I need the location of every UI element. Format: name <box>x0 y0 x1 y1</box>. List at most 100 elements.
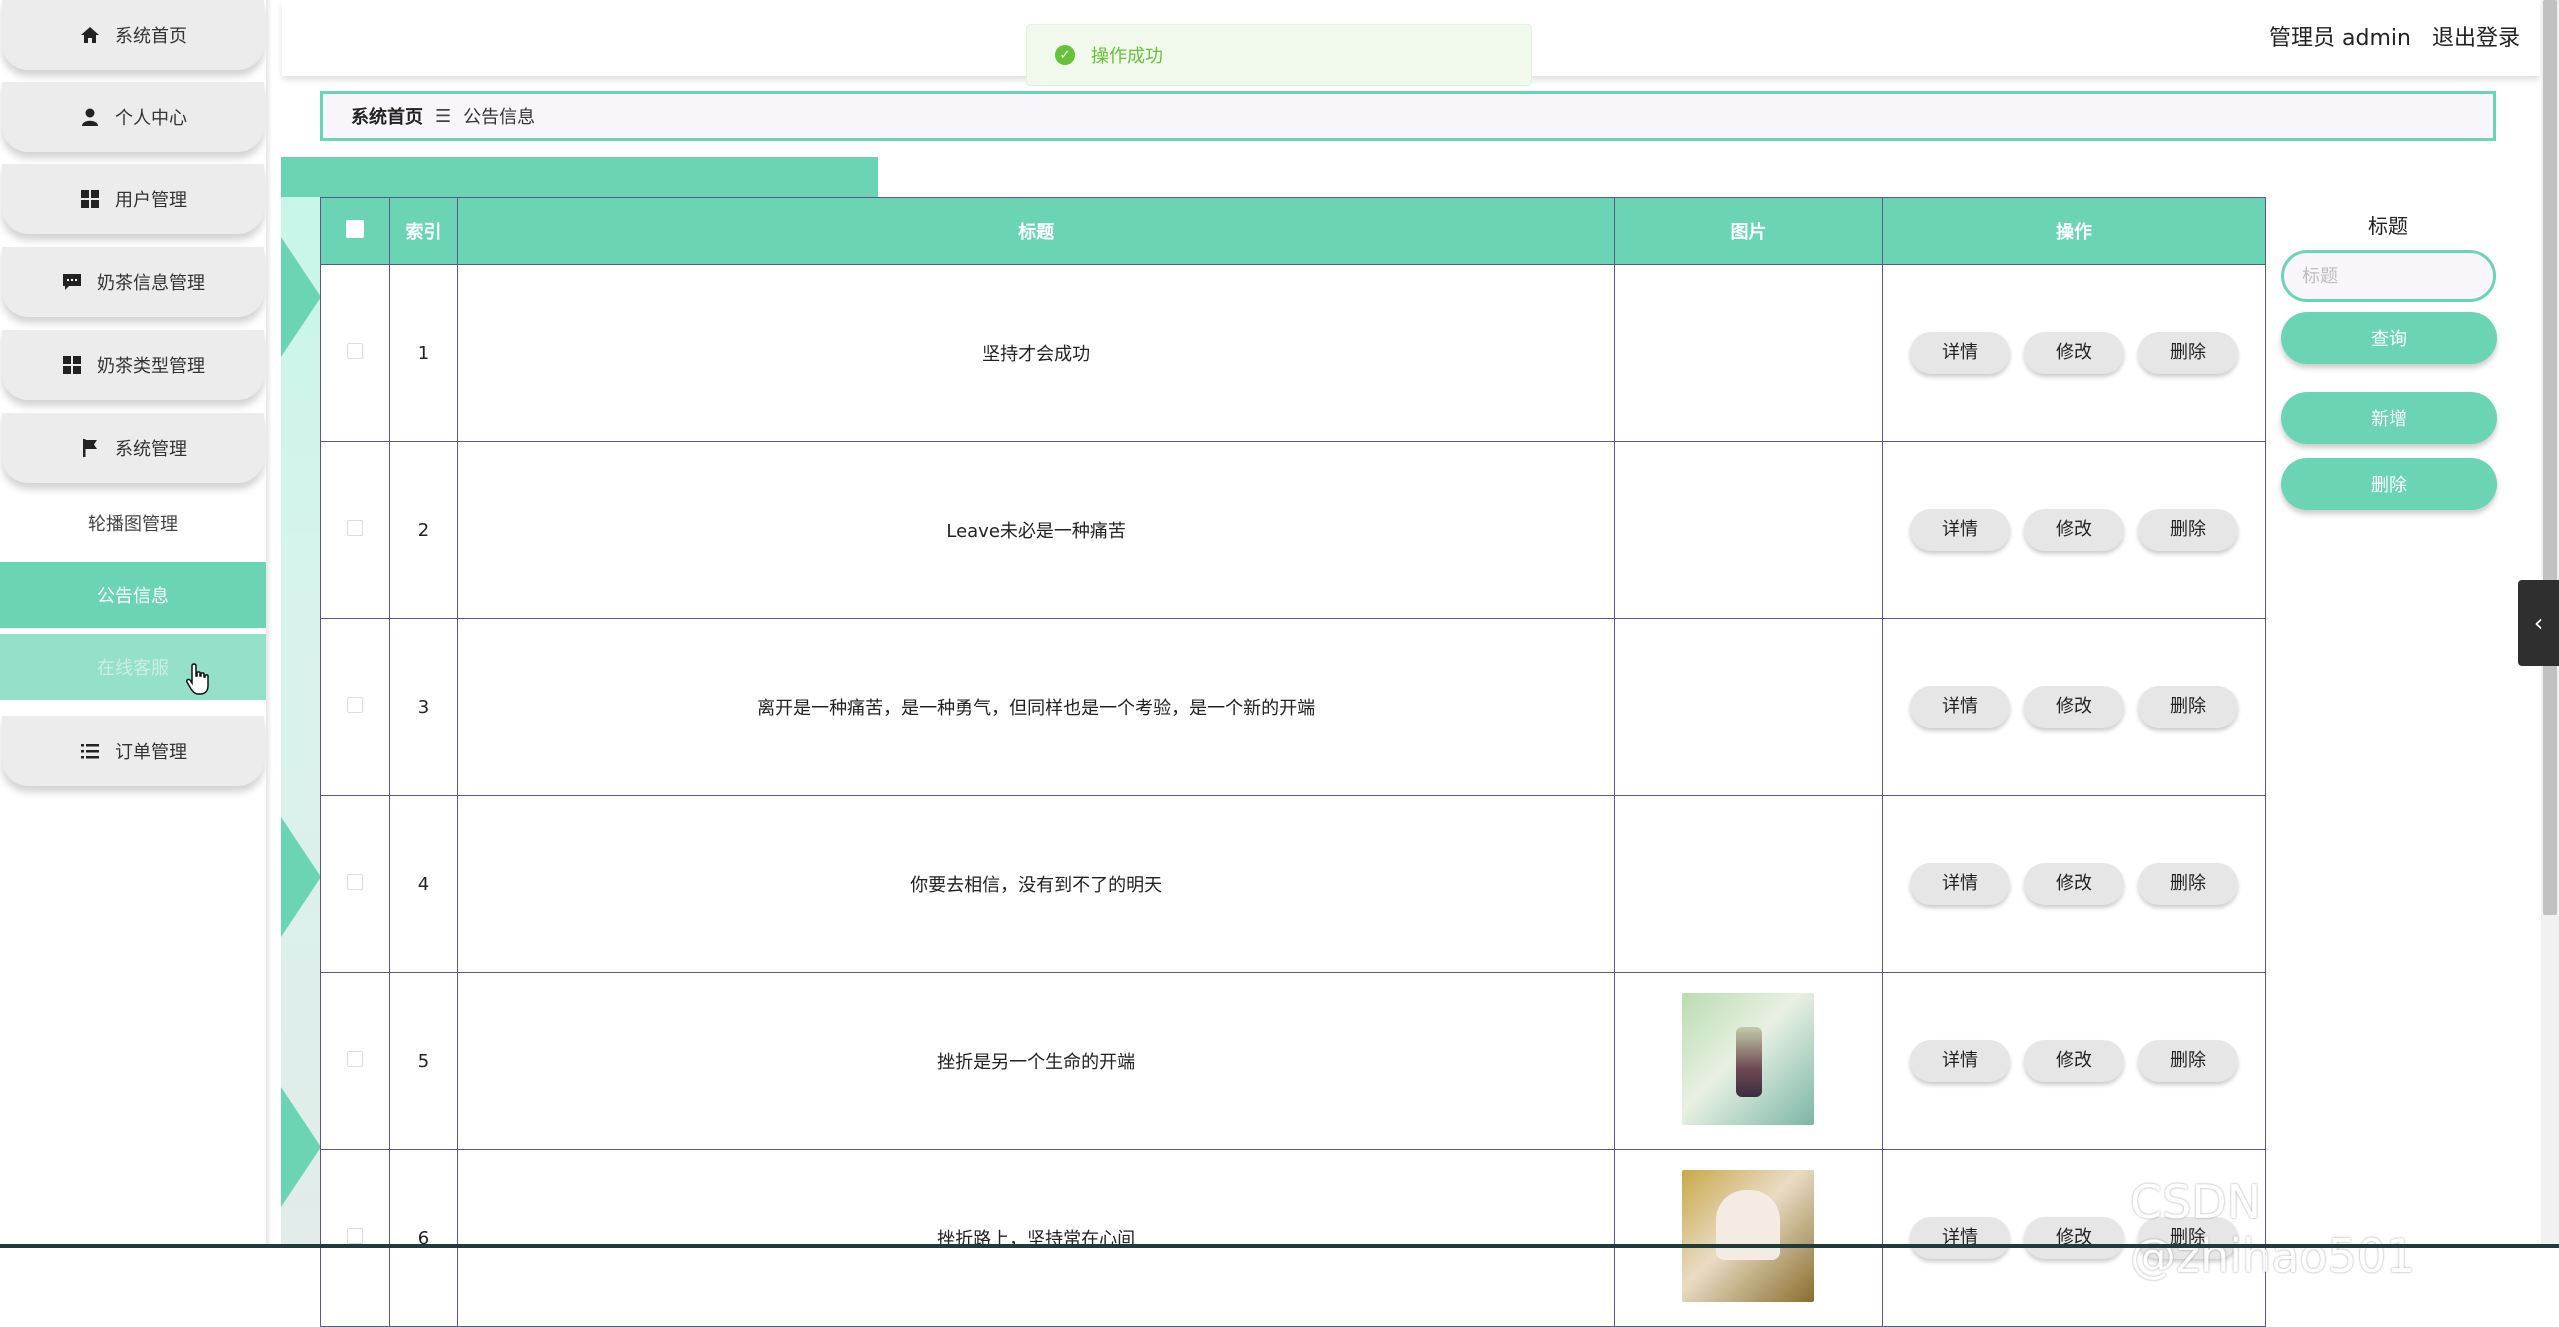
table-row: 6 挫折路上，坚持常在心间 详情 修改 删除 <box>320 1149 2267 1327</box>
row-checkbox-cell <box>320 972 390 1150</box>
delete-button[interactable]: 删除 <box>2137 1040 2238 1082</box>
table-row: 2 Leave未必是一种痛苦 详情 修改 删除 <box>320 441 2267 619</box>
sidebar-item-milktea-info[interactable]: 奶茶信息管理 <box>2 247 264 317</box>
logout-link[interactable]: 退出登录 <box>2432 26 2520 51</box>
row-index: 6 <box>388 1149 459 1327</box>
table-header-row: 索引 标题 图片 操作 <box>320 197 2267 265</box>
delete-button[interactable]: 删除 <box>2137 863 2238 905</box>
drink-thumbnail[interactable] <box>1682 1169 1815 1302</box>
row-checkbox[interactable] <box>346 519 363 536</box>
column-header-title: 标题 <box>457 197 1615 265</box>
row-checkbox-cell <box>320 1149 390 1327</box>
row-checkbox[interactable] <box>346 873 363 890</box>
sidebar-item-label: 系统首页 <box>115 26 187 47</box>
row-checkbox[interactable] <box>346 696 363 713</box>
sidebar-item-label: 系统管理 <box>115 439 187 460</box>
chevron-left-icon[interactable]: ‹ <box>2518 580 2559 666</box>
row-checkbox-cell <box>320 441 390 619</box>
title-search-input[interactable] <box>2281 250 2496 302</box>
breadcrumb-home[interactable]: 系统首页 <box>351 103 423 129</box>
breadcrumb: 系统首页 ☰ 公告信息 <box>320 91 2496 141</box>
row-checkbox-cell <box>320 795 390 973</box>
sidebar-subitem-announcement[interactable]: 公告信息 <box>0 562 266 628</box>
sidebar-item-personal-center[interactable]: 个人中心 <box>2 82 264 152</box>
query-button[interactable]: 查询 <box>2281 312 2497 364</box>
sidebar-subitem-label: 轮播图管理 <box>88 514 178 535</box>
row-title: 挫折是另一个生命的开端 <box>457 972 1615 1150</box>
list-icon <box>79 740 101 762</box>
edit-button[interactable]: 修改 <box>2023 509 2124 551</box>
search-title-label: 标题 <box>2368 214 2408 238</box>
row-image <box>1614 441 1883 619</box>
detail-button[interactable]: 详情 <box>1909 1040 2010 1082</box>
user-info: 管理员 admin 退出登录 <box>2255 20 2520 52</box>
edit-button[interactable]: 修改 <box>2023 863 2124 905</box>
edit-button[interactable]: 修改 <box>2023 1040 2124 1082</box>
decorative-side-panel <box>281 197 321 1248</box>
column-header-actions: 操作 <box>1881 197 2267 265</box>
sidebar-item-home[interactable]: 系统首页 <box>2 0 264 70</box>
row-index: 2 <box>388 441 459 619</box>
delete-button[interactable]: 删除 <box>2137 509 2238 551</box>
add-button[interactable]: 新增 <box>2281 392 2497 444</box>
toast-message: 操作成功 <box>1091 46 1163 67</box>
row-title: 坚持才会成功 <box>457 264 1615 442</box>
row-checkbox-cell <box>320 618 390 796</box>
row-checkbox[interactable] <box>346 1227 363 1244</box>
breadcrumb-separator-icon: ☰ <box>435 105 452 127</box>
sidebar-item-label: 订单管理 <box>115 742 187 763</box>
select-all-checkbox[interactable] <box>345 219 364 238</box>
detail-button[interactable]: 详情 <box>1909 332 2010 374</box>
row-index: 4 <box>388 795 459 973</box>
detail-button[interactable]: 详情 <box>1909 686 2010 728</box>
watermark: CSDN @zhihao501 <box>2130 1175 2416 1283</box>
row-checkbox[interactable] <box>346 342 363 359</box>
sidebar-item-label: 个人中心 <box>115 108 187 129</box>
table-row: 3 离开是一种痛苦，是一种勇气，但同样也是一个考验，是一个新的开端 详情 修改 删除 <box>320 618 2267 796</box>
row-index: 3 <box>388 618 459 796</box>
sidebar-subitem-carousel[interactable]: 轮播图管理 <box>0 490 266 556</box>
sidebar-item-label: 奶茶类型管理 <box>97 356 205 377</box>
sidebar-subitem-online-service[interactable]: 在线客服 <box>0 634 266 700</box>
sidebar-item-orders[interactable]: 订单管理 <box>2 716 264 786</box>
breadcrumb-current: 公告信息 <box>463 107 536 128</box>
sidebar-item-system[interactable]: 系统管理 <box>2 413 264 483</box>
row-checkbox[interactable] <box>346 1050 363 1067</box>
bottom-border <box>0 1244 2559 1248</box>
detail-button[interactable]: 详情 <box>1909 509 2010 551</box>
table-row: 4 你要去相信，没有到不了的明天 详情 修改 删除 <box>320 795 2267 973</box>
announcement-table: 索引 标题 图片 操作 1 坚持才会成功 详情 修改 删除 2 Leave未必是一种… <box>320 197 2267 1327</box>
sidebar-item-milktea-type[interactable]: 奶茶类型管理 <box>2 330 264 400</box>
row-title: Leave未必是一种痛苦 <box>457 441 1615 619</box>
sidebar-item-user-management[interactable]: 用户管理 <box>2 164 264 234</box>
admin-role-label: 管理员 admin <box>2269 26 2411 51</box>
row-actions: 详情 修改 删除 <box>1881 618 2267 796</box>
detail-button[interactable]: 详情 <box>1909 1217 2010 1259</box>
delete-button[interactable]: 删除 <box>2137 332 2238 374</box>
row-checkbox-cell <box>320 264 390 442</box>
scrollbar-thumb[interactable] <box>2543 0 2557 915</box>
select-all-cell <box>320 197 390 265</box>
detail-button[interactable]: 详情 <box>1909 863 2010 905</box>
row-title: 你要去相信，没有到不了的明天 <box>457 795 1615 973</box>
edit-button[interactable]: 修改 <box>2023 1217 2124 1259</box>
row-index: 5 <box>388 972 459 1150</box>
row-index: 1 <box>388 264 459 442</box>
edit-button[interactable]: 修改 <box>2023 686 2124 728</box>
row-actions: 详情 修改 删除 <box>1881 795 2267 973</box>
check-circle-icon: ✓ <box>1055 45 1075 65</box>
hand-cursor-icon <box>186 663 209 695</box>
success-toast: ✓ 操作成功 <box>1026 24 1532 86</box>
row-title: 离开是一种痛苦，是一种勇气，但同样也是一个考验，是一个新的开端 <box>457 618 1615 796</box>
drink-thumbnail[interactable] <box>1682 992 1815 1125</box>
delete-button[interactable]: 删除 <box>2137 686 2238 728</box>
row-image <box>1614 795 1883 973</box>
row-actions: 详情 修改 删除 <box>1881 972 2267 1150</box>
edit-button[interactable]: 修改 <box>2023 332 2124 374</box>
sidebar: 系统首页 个人中心 用户管理 奶茶信息管理 奶茶类型管理 系统管理 轮播图管理 … <box>0 0 268 1248</box>
message-icon <box>61 271 83 293</box>
batch-delete-button[interactable]: 删除 <box>2281 458 2497 510</box>
row-title: 挫折路上，坚持常在心间 <box>457 1149 1615 1327</box>
home-icon <box>79 24 101 46</box>
row-image <box>1614 618 1883 796</box>
